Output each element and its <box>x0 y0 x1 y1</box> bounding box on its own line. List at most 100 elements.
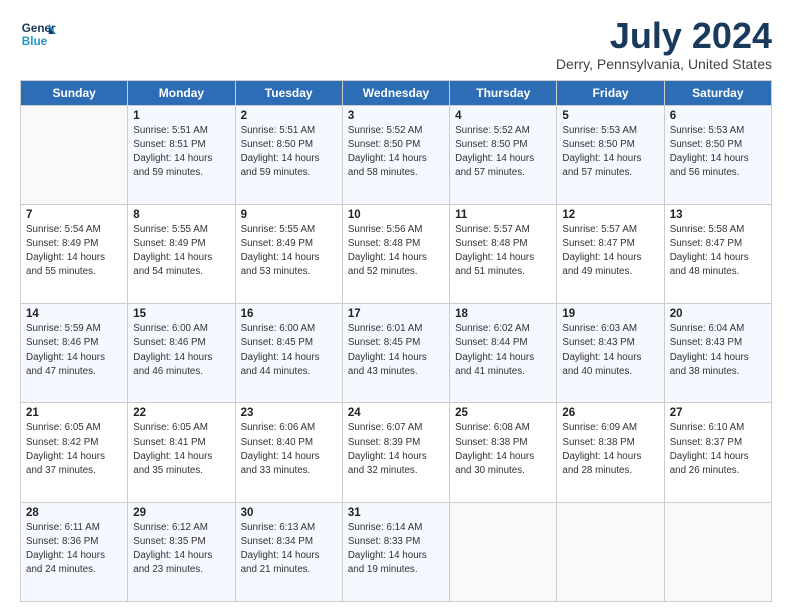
header: General Blue July 2024 Derry, Pennsylvan… <box>20 16 772 72</box>
day-info: Sunrise: 6:01 AMSunset: 8:45 PMDaylight:… <box>348 322 444 379</box>
subtitle: Derry, Pennsylvania, United States <box>556 56 772 72</box>
day-cell: 4 Sunrise: 5:52 AMSunset: 8:50 PMDaylight… <box>450 105 557 204</box>
day-number: 10 <box>348 209 444 221</box>
day-info: Sunrise: 5:52 AMSunset: 8:50 PMDaylight:… <box>348 124 444 181</box>
day-cell: 1 Sunrise: 5:51 AMSunset: 8:51 PMDaylight… <box>128 105 235 204</box>
day-number: 16 <box>241 308 337 320</box>
day-cell: 25 Sunrise: 6:08 AMSunset: 8:38 PMDayligh… <box>450 403 557 502</box>
day-number: 29 <box>133 507 229 519</box>
day-info: Sunrise: 5:53 AMSunset: 8:50 PMDaylight:… <box>670 124 766 181</box>
week-row-5: 28Sunrise: 6:11 AMSunset: 8:36 PMDayligh… <box>21 502 772 601</box>
day-cell: 14Sunrise: 5:59 AMSunset: 8:46 PMDayligh… <box>21 304 128 403</box>
day-cell: 28Sunrise: 6:11 AMSunset: 8:36 PMDayligh… <box>21 502 128 601</box>
day-info: Sunrise: 5:54 AMSunset: 8:49 PMDaylight:… <box>26 223 122 280</box>
day-info: Sunrise: 5:57 AMSunset: 8:48 PMDaylight:… <box>455 223 551 280</box>
day-number: 8 <box>133 209 229 221</box>
day-cell: 17 Sunrise: 6:01 AMSunset: 8:45 PMDayligh… <box>342 304 449 403</box>
day-number: 21 <box>26 407 122 419</box>
day-number: 5 <box>562 110 658 122</box>
day-cell: 27Sunrise: 6:10 AMSunset: 8:37 PMDayligh… <box>664 403 771 502</box>
day-cell: 29 Sunrise: 6:12 AMSunset: 8:35 PMDayligh… <box>128 502 235 601</box>
day-info: Sunrise: 5:55 AMSunset: 8:49 PMDaylight:… <box>241 223 337 280</box>
day-info: Sunrise: 5:51 AMSunset: 8:51 PMDaylight:… <box>133 124 229 181</box>
day-cell <box>557 502 664 601</box>
day-info: Sunrise: 6:13 AMSunset: 8:34 PMDaylight:… <box>241 521 337 578</box>
day-header-wednesday: Wednesday <box>342 80 449 105</box>
day-number: 4 <box>455 110 551 122</box>
day-header-saturday: Saturday <box>664 80 771 105</box>
week-row-2: 7 Sunrise: 5:54 AMSunset: 8:49 PMDaylight… <box>21 204 772 303</box>
day-info: Sunrise: 5:58 AMSunset: 8:47 PMDaylight:… <box>670 223 766 280</box>
header-row: SundayMondayTuesdayWednesdayThursdayFrid… <box>21 80 772 105</box>
day-cell: 11 Sunrise: 5:57 AMSunset: 8:48 PMDayligh… <box>450 204 557 303</box>
day-cell: 13 Sunrise: 5:58 AMSunset: 8:47 PMDayligh… <box>664 204 771 303</box>
day-number: 17 <box>348 308 444 320</box>
day-cell: 9 Sunrise: 5:55 AMSunset: 8:49 PMDaylight… <box>235 204 342 303</box>
calendar-table: SundayMondayTuesdayWednesdayThursdayFrid… <box>20 80 772 602</box>
day-cell: 8 Sunrise: 5:55 AMSunset: 8:49 PMDaylight… <box>128 204 235 303</box>
day-cell: 16Sunrise: 6:00 AMSunset: 8:45 PMDayligh… <box>235 304 342 403</box>
day-info: Sunrise: 5:56 AMSunset: 8:48 PMDaylight:… <box>348 223 444 280</box>
day-cell: 10 Sunrise: 5:56 AMSunset: 8:48 PMDayligh… <box>342 204 449 303</box>
day-number: 9 <box>241 209 337 221</box>
day-cell: 3Sunrise: 5:52 AMSunset: 8:50 PMDaylight… <box>342 105 449 204</box>
day-cell: 19 Sunrise: 6:03 AMSunset: 8:43 PMDayligh… <box>557 304 664 403</box>
day-number: 19 <box>562 308 658 320</box>
day-info: Sunrise: 6:05 AMSunset: 8:42 PMDaylight:… <box>26 421 122 478</box>
week-row-3: 14Sunrise: 5:59 AMSunset: 8:46 PMDayligh… <box>21 304 772 403</box>
day-number: 11 <box>455 209 551 221</box>
day-number: 25 <box>455 407 551 419</box>
day-header-sunday: Sunday <box>21 80 128 105</box>
day-info: Sunrise: 6:09 AMSunset: 8:38 PMDaylight:… <box>562 421 658 478</box>
title-area: July 2024 Derry, Pennsylvania, United St… <box>556 16 772 72</box>
day-number: 2 <box>241 110 337 122</box>
day-info: Sunrise: 5:52 AMSunset: 8:50 PMDaylight:… <box>455 124 551 181</box>
day-cell: 31 Sunrise: 6:14 AMSunset: 8:33 PMDayligh… <box>342 502 449 601</box>
day-cell: 26Sunrise: 6:09 AMSunset: 8:38 PMDayligh… <box>557 403 664 502</box>
day-info: Sunrise: 6:06 AMSunset: 8:40 PMDaylight:… <box>241 421 337 478</box>
day-number: 14 <box>26 308 122 320</box>
day-cell: 20Sunrise: 6:04 AMSunset: 8:43 PMDayligh… <box>664 304 771 403</box>
day-cell: 22Sunrise: 6:05 AMSunset: 8:41 PMDayligh… <box>128 403 235 502</box>
day-number: 20 <box>670 308 766 320</box>
day-number: 27 <box>670 407 766 419</box>
day-info: Sunrise: 5:51 AMSunset: 8:50 PMDaylight:… <box>241 124 337 181</box>
svg-text:Blue: Blue <box>22 35 48 48</box>
day-info: Sunrise: 6:14 AMSunset: 8:33 PMDaylight:… <box>348 521 444 578</box>
day-cell: 2 Sunrise: 5:51 AMSunset: 8:50 PMDaylight… <box>235 105 342 204</box>
day-header-friday: Friday <box>557 80 664 105</box>
day-info: Sunrise: 6:05 AMSunset: 8:41 PMDaylight:… <box>133 421 229 478</box>
day-number: 7 <box>26 209 122 221</box>
day-number: 23 <box>241 407 337 419</box>
day-number: 30 <box>241 507 337 519</box>
day-cell: 15 Sunrise: 6:00 AMSunset: 8:46 PMDayligh… <box>128 304 235 403</box>
main-title: July 2024 <box>556 16 772 56</box>
day-number: 1 <box>133 110 229 122</box>
day-info: Sunrise: 5:57 AMSunset: 8:47 PMDaylight:… <box>562 223 658 280</box>
day-cell: 12 Sunrise: 5:57 AMSunset: 8:47 PMDayligh… <box>557 204 664 303</box>
day-cell <box>664 502 771 601</box>
day-number: 12 <box>562 209 658 221</box>
day-info: Sunrise: 5:55 AMSunset: 8:49 PMDaylight:… <box>133 223 229 280</box>
day-info: Sunrise: 6:03 AMSunset: 8:43 PMDaylight:… <box>562 322 658 379</box>
day-cell: 23 Sunrise: 6:06 AMSunset: 8:40 PMDayligh… <box>235 403 342 502</box>
week-row-1: 1 Sunrise: 5:51 AMSunset: 8:51 PMDaylight… <box>21 105 772 204</box>
day-cell: 21 Sunrise: 6:05 AMSunset: 8:42 PMDayligh… <box>21 403 128 502</box>
day-cell: 24Sunrise: 6:07 AMSunset: 8:39 PMDayligh… <box>342 403 449 502</box>
logo-icon: General Blue <box>20 16 56 52</box>
day-info: Sunrise: 6:12 AMSunset: 8:35 PMDaylight:… <box>133 521 229 578</box>
logo: General Blue <box>20 16 56 52</box>
day-info: Sunrise: 6:00 AMSunset: 8:46 PMDaylight:… <box>133 322 229 379</box>
day-cell: 18Sunrise: 6:02 AMSunset: 8:44 PMDayligh… <box>450 304 557 403</box>
day-cell: 7 Sunrise: 5:54 AMSunset: 8:49 PMDaylight… <box>21 204 128 303</box>
day-number: 31 <box>348 507 444 519</box>
day-info: Sunrise: 6:08 AMSunset: 8:38 PMDaylight:… <box>455 421 551 478</box>
day-number: 24 <box>348 407 444 419</box>
day-number: 15 <box>133 308 229 320</box>
day-number: 6 <box>670 110 766 122</box>
day-cell <box>450 502 557 601</box>
day-cell: 30 Sunrise: 6:13 AMSunset: 8:34 PMDayligh… <box>235 502 342 601</box>
day-number: 13 <box>670 209 766 221</box>
day-cell: 6 Sunrise: 5:53 AMSunset: 8:50 PMDaylight… <box>664 105 771 204</box>
day-cell <box>21 105 128 204</box>
